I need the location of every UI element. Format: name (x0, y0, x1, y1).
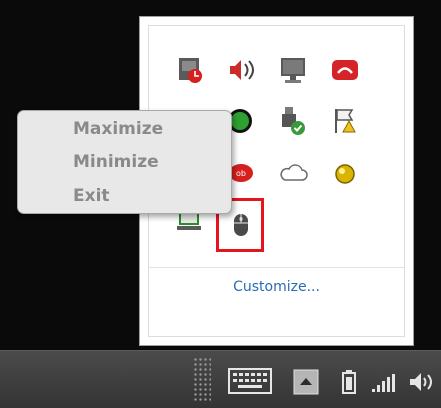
volume-icon[interactable] (225, 54, 257, 86)
taskbar-grip[interactable] (193, 357, 211, 403)
minimize-menu-item[interactable]: Minimize (73, 152, 159, 172)
touch-keyboard-icon[interactable] (228, 368, 272, 398)
customize-link[interactable]: Customize... (140, 279, 413, 295)
display-icon[interactable] (277, 54, 309, 86)
speaker-icon[interactable] (408, 371, 436, 397)
network-monitor-icon[interactable] (175, 54, 207, 86)
red-app-icon[interactable] (329, 54, 361, 86)
battery-icon[interactable] (342, 370, 356, 398)
flyout-divider (148, 267, 405, 268)
remove-hardware-icon[interactable] (277, 105, 309, 137)
svg-text:ob: ob (236, 169, 246, 178)
action-center-flag-icon[interactable] (329, 105, 361, 137)
taskbar (0, 350, 441, 408)
cloud-icon[interactable] (277, 157, 309, 189)
context-menu: Maximize Minimize Exit (17, 110, 232, 214)
yellow-ball-icon[interactable] (329, 157, 361, 189)
maximize-menu-item[interactable]: Maximize (73, 119, 163, 139)
show-hidden-icons-arrow[interactable] (293, 369, 319, 399)
signal-bars-icon[interactable] (371, 373, 397, 397)
exit-menu-item[interactable]: Exit (73, 186, 110, 206)
